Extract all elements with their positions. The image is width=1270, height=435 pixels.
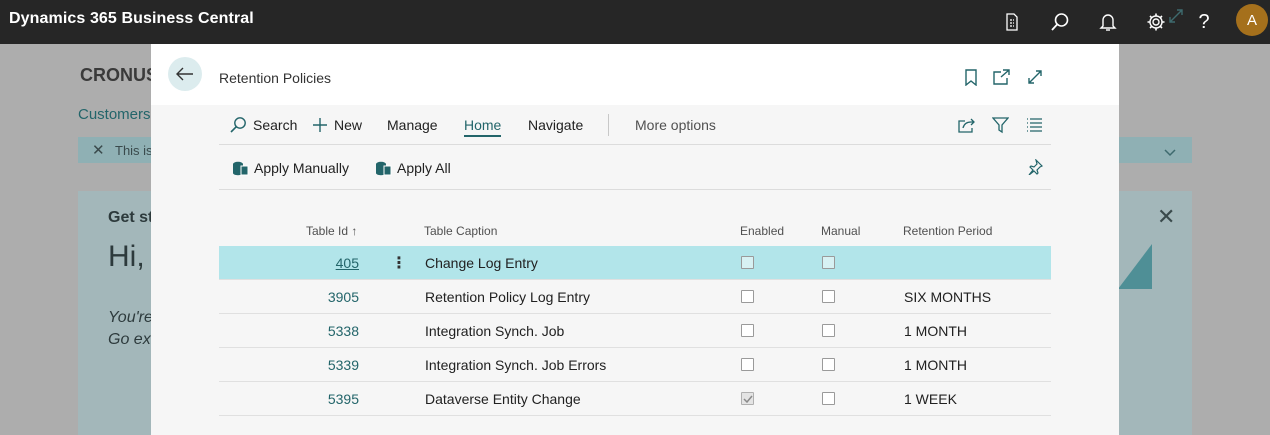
bell-icon[interactable]: [1096, 10, 1120, 34]
card-heading: Get st: [108, 209, 154, 226]
action-bar: Search New Manage Home Navigate More opt…: [219, 105, 1051, 145]
table-caption: Retention Policy Log Entry: [425, 289, 590, 305]
more-options-button[interactable]: More options: [635, 105, 716, 145]
promoted-actions: Apply Manually Apply All: [219, 145, 1051, 190]
divider: [608, 114, 609, 136]
apply-all-button[interactable]: Apply All: [375, 157, 451, 179]
column-retention-period[interactable]: Retention Period: [903, 224, 992, 238]
page-title: Retention Policies: [219, 70, 332, 86]
card-illustration: [1118, 244, 1152, 289]
card-line: You're: [108, 309, 153, 326]
enabled-checkbox[interactable]: [741, 392, 754, 405]
table-row[interactable]: 405 ⋮ Change Log Entry: [219, 246, 1051, 280]
arrow-left-icon: [176, 67, 193, 81]
manual-checkbox[interactable]: [822, 256, 835, 269]
more-options-label: More options: [635, 117, 716, 133]
table-row[interactable]: 5339 Integration Synch. Job Errors 1 MON…: [219, 348, 1051, 382]
gear-icon[interactable]: [1144, 10, 1168, 34]
manual-checkbox[interactable]: [822, 324, 835, 337]
table-row[interactable]: 5338 Integration Synch. Job 1 MONTH: [219, 314, 1051, 348]
card-greeting: Hi,: [108, 240, 145, 273]
document-icon[interactable]: [1000, 10, 1024, 34]
checkmark-icon: [742, 395, 753, 403]
search-icon[interactable]: [1048, 10, 1072, 34]
new-label: New: [334, 117, 363, 133]
manage-label: Manage: [387, 117, 438, 133]
open-new-window-icon[interactable]: [992, 67, 1012, 87]
row-menu-icon[interactable]: ⋮: [391, 253, 407, 273]
database-icon: [232, 160, 249, 177]
enabled-checkbox[interactable]: [741, 290, 754, 303]
retention-policies-dialog: Retention Policies Search New Manage Hom…: [151, 44, 1119, 435]
table-caption: Dataverse Entity Change: [425, 391, 581, 407]
pin-icon[interactable]: [1027, 158, 1044, 180]
table-id-link[interactable]: 5395: [299, 391, 359, 407]
share-icon[interactable]: [958, 116, 976, 134]
apply-manually-label: Apply Manually: [254, 160, 349, 176]
table-id-link[interactable]: 5338: [299, 323, 359, 339]
list-view-icon[interactable]: [1025, 116, 1043, 134]
help-icon[interactable]: ?: [1192, 10, 1216, 34]
manual-checkbox[interactable]: [822, 358, 835, 371]
column-table-id[interactable]: Table Id ↑: [306, 224, 357, 238]
notification-text: This is: [115, 143, 153, 158]
table-id-link[interactable]: 5339: [299, 357, 359, 373]
table-caption: Integration Synch. Job Errors: [425, 357, 607, 373]
card-line: Go ex: [108, 331, 151, 348]
enabled-checkbox[interactable]: [741, 324, 754, 337]
tab-navigate[interactable]: Navigate: [528, 105, 583, 145]
search-label: Search: [253, 117, 298, 133]
table-caption: Change Log Entry: [425, 255, 538, 271]
manual-checkbox[interactable]: [822, 290, 835, 303]
app-title[interactable]: Dynamics 365 Business Central: [9, 10, 254, 28]
bookmark-icon[interactable]: [961, 67, 981, 87]
apply-manually-button[interactable]: Apply Manually: [232, 157, 349, 179]
table-id-link[interactable]: 405: [299, 255, 359, 271]
search-icon: [229, 116, 247, 134]
table-row[interactable]: 5395 Dataverse Entity Change 1 WEEK: [219, 382, 1051, 416]
dialog-header: Retention Policies: [151, 44, 1119, 105]
manual-checkbox[interactable]: [822, 392, 835, 405]
retention-period: 1 WEEK: [904, 391, 957, 407]
retention-period: SIX MONTHS: [904, 289, 992, 305]
new-button[interactable]: New: [312, 105, 362, 145]
table-id-link[interactable]: 3905: [299, 289, 359, 305]
filter-icon[interactable]: [991, 116, 1009, 134]
search-button[interactable]: Search: [229, 105, 297, 145]
table-caption: Integration Synch. Job: [425, 323, 565, 339]
expand-icon: [1168, 8, 1184, 29]
navigate-label: Navigate: [528, 117, 584, 133]
close-icon: ✕: [92, 142, 105, 159]
app-header: Dynamics 365 Business Central ? A: [0, 0, 1270, 44]
database-icon: [375, 160, 392, 177]
apply-all-label: Apply All: [397, 160, 451, 176]
active-tab-indicator: [464, 135, 501, 137]
table-row[interactable]: 3905 Retention Policy Log Entry SIX MONT…: [219, 280, 1051, 314]
avatar[interactable]: A: [1236, 4, 1268, 36]
table-header: Table Id ↑ Table Caption Enabled Manual …: [219, 220, 1051, 246]
home-label: Home: [464, 117, 502, 133]
column-table-caption[interactable]: Table Caption: [424, 224, 497, 238]
company-name: CRONUS: [80, 65, 159, 85]
tab-manage[interactable]: Manage: [387, 105, 438, 145]
expand-icon[interactable]: [1025, 67, 1045, 87]
chevron-down-icon: [1164, 144, 1176, 162]
column-enabled[interactable]: Enabled: [740, 224, 784, 238]
column-manual[interactable]: Manual: [821, 224, 860, 238]
retention-period: 1 MONTH: [904, 357, 967, 373]
customers-link: Customers: [78, 106, 151, 123]
enabled-checkbox[interactable]: [741, 358, 754, 371]
tab-home[interactable]: Home: [464, 105, 501, 145]
close-icon: ✕: [1157, 204, 1176, 229]
enabled-checkbox[interactable]: [741, 256, 754, 269]
retention-period: 1 MONTH: [904, 323, 967, 339]
plus-icon: [312, 117, 328, 133]
back-button[interactable]: [168, 57, 202, 91]
